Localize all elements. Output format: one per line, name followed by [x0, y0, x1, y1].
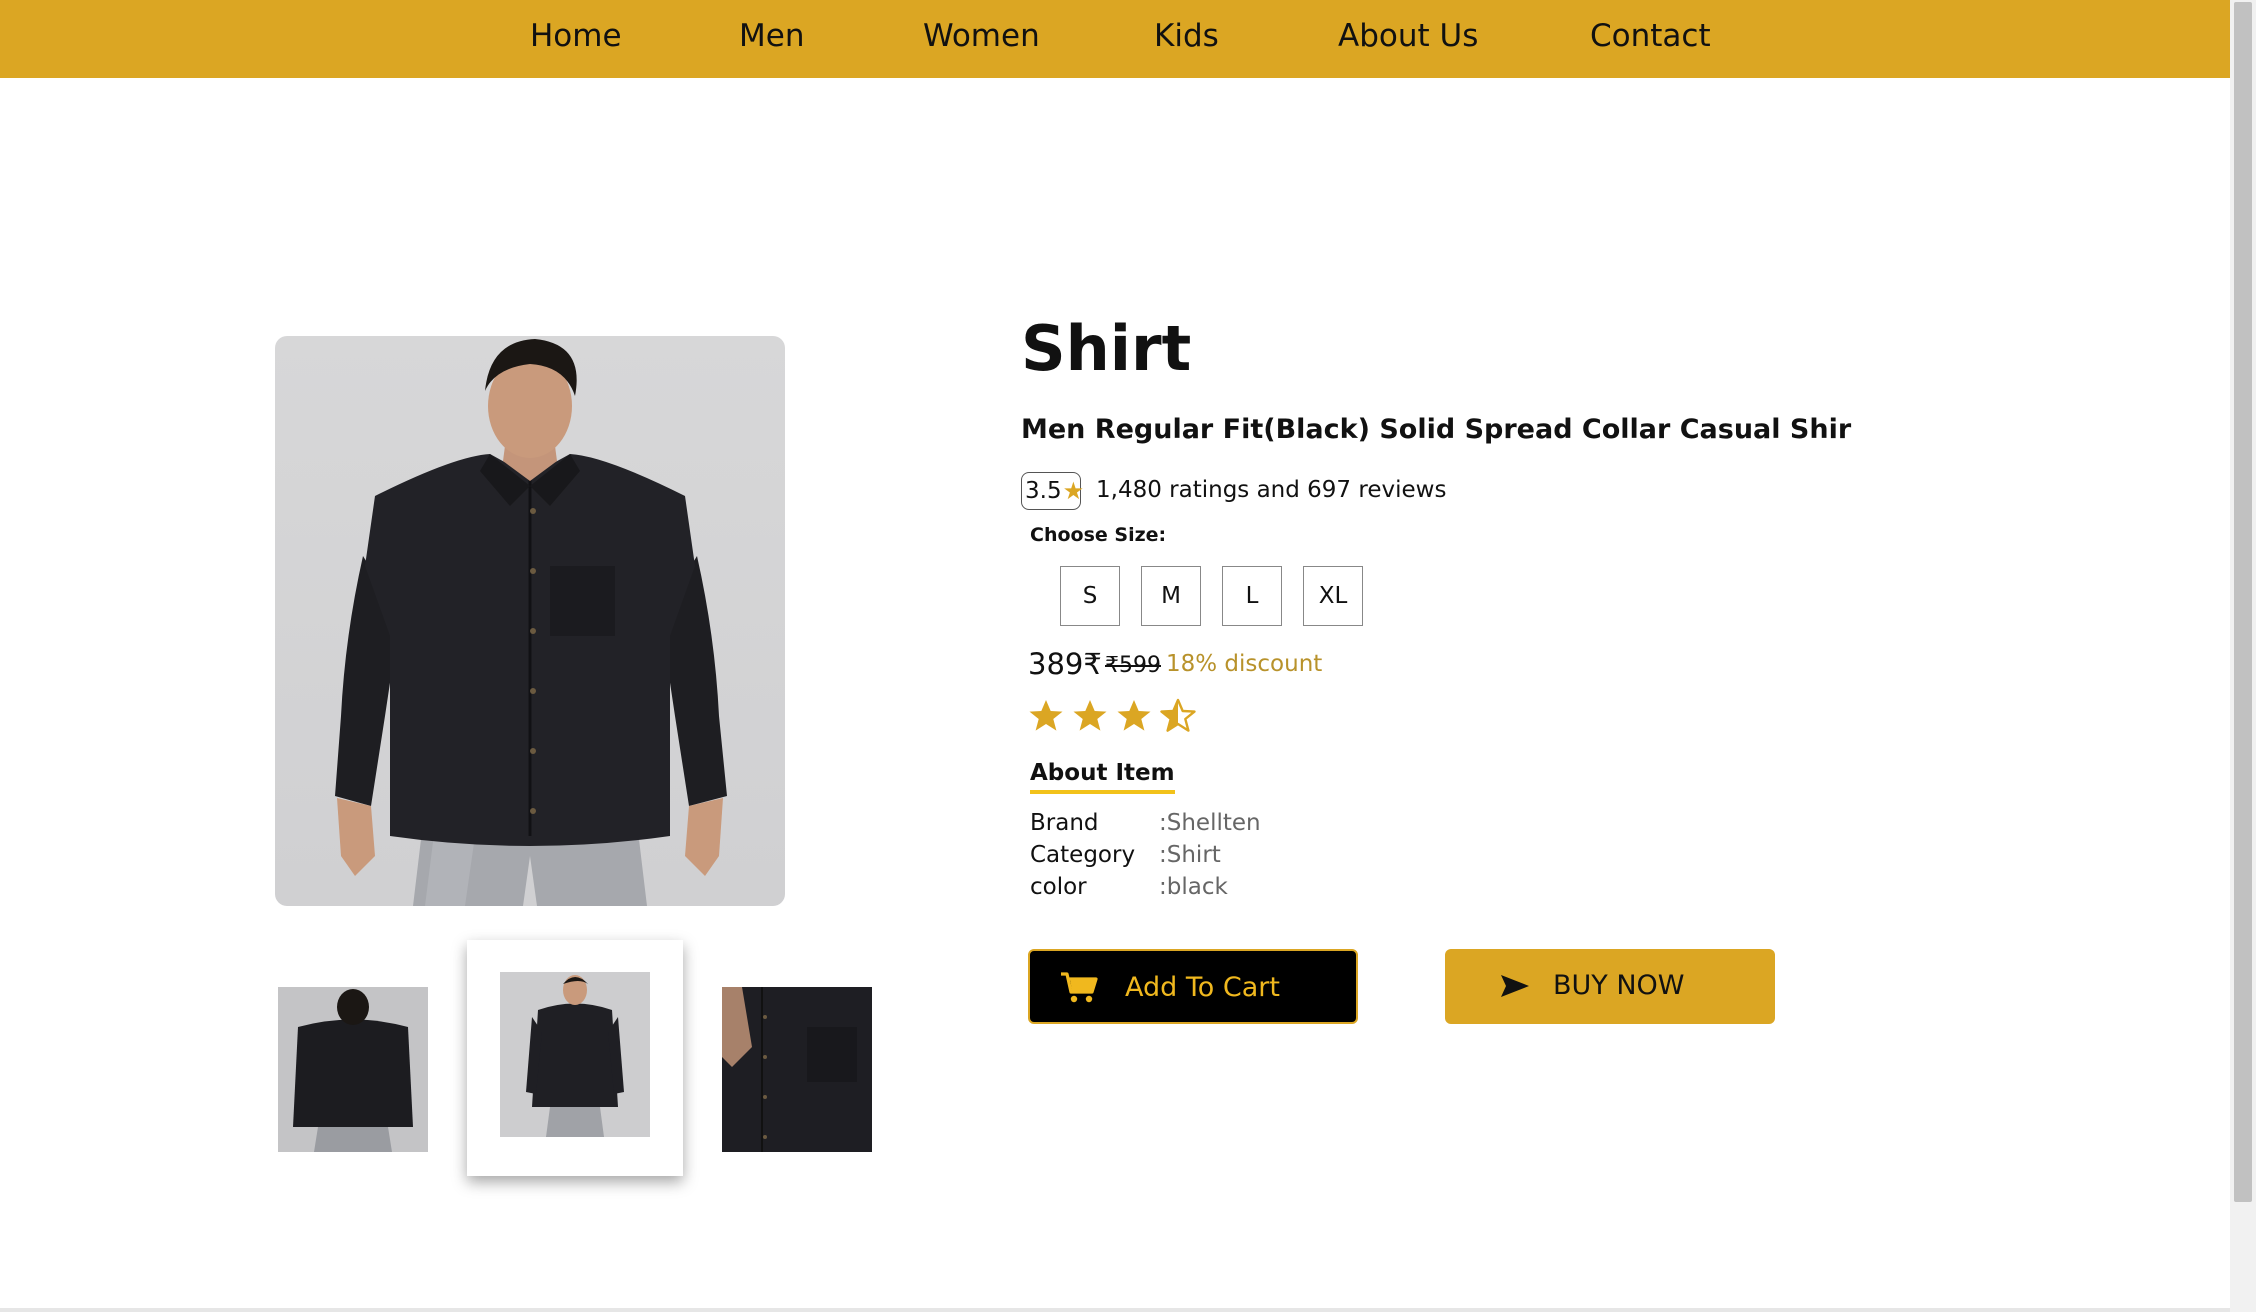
product-subtitle: Men Regular Fit(Black) Solid Spread Coll…: [1021, 414, 1852, 445]
model-back-image: [278, 987, 428, 1152]
rating-summary: 1,480 ratings and 697 reviews: [1096, 477, 1447, 503]
size-l-button[interactable]: L: [1222, 566, 1282, 626]
rating-badge: 3.5 ★: [1021, 472, 1084, 510]
top-navbar: Home Men Women Kids About Us Contact: [0, 0, 2230, 78]
spec-label-color: color: [1030, 874, 1087, 900]
main-product-image: [275, 336, 785, 906]
rating-value: 3.5: [1025, 478, 1062, 504]
thumbnail-front-view[interactable]: [500, 972, 650, 1137]
size-s-button[interactable]: S: [1060, 566, 1120, 626]
nav-contact[interactable]: Contact: [1590, 18, 1711, 54]
buy-now-label: BUY NOW: [1553, 970, 1685, 1001]
original-price: ₹599: [1105, 653, 1161, 678]
nav-men[interactable]: Men: [739, 18, 804, 54]
size-xl-button[interactable]: XL: [1303, 566, 1363, 626]
thumbnail-detail-view[interactable]: [722, 987, 872, 1152]
spec-value-color: :black: [1159, 874, 1228, 900]
spec-label-category: Category: [1030, 842, 1136, 868]
nav-home[interactable]: Home: [530, 18, 622, 54]
product-title: Shirt: [1021, 312, 1192, 385]
discount-label: 18% discount: [1166, 651, 1323, 677]
send-icon: [1500, 974, 1530, 1005]
model-front-image: [335, 339, 727, 906]
spec-value-brand: :Shellten: [1159, 810, 1261, 836]
size-m-button[interactable]: M: [1141, 566, 1201, 626]
spec-value-category: :Shirt: [1159, 842, 1221, 868]
star-full-icon: [1073, 700, 1107, 731]
about-item-heading: About Item: [1030, 760, 1175, 794]
nav-women[interactable]: Women: [923, 18, 1040, 54]
current-price: 389₹: [1028, 647, 1102, 681]
add-to-cart-button[interactable]: Add To Cart: [1028, 949, 1358, 1024]
nav-about-us[interactable]: About Us: [1338, 18, 1478, 54]
nav-kids[interactable]: Kids: [1154, 18, 1219, 54]
model-front-thumb-image: [500, 972, 650, 1137]
star-half-icon: [1160, 698, 1196, 732]
star-icon: ★: [1062, 477, 1085, 505]
star-full-icon: [1117, 700, 1151, 731]
star-full-icon: [1029, 700, 1063, 731]
size-label: Choose Size:: [1030, 524, 1167, 546]
shirt-detail-image: [722, 987, 872, 1152]
add-to-cart-label: Add To Cart: [1125, 972, 1280, 1003]
buy-now-button[interactable]: BUY NOW: [1445, 949, 1775, 1024]
scrollbar-thumb[interactable]: [2234, 2, 2252, 1202]
star-rating: [1028, 698, 1196, 742]
page-bottom-border: [0, 1308, 2230, 1312]
spec-label-brand: Brand: [1030, 810, 1099, 836]
cart-icon: [1060, 972, 1098, 1011]
thumbnail-back-view[interactable]: [278, 987, 428, 1152]
